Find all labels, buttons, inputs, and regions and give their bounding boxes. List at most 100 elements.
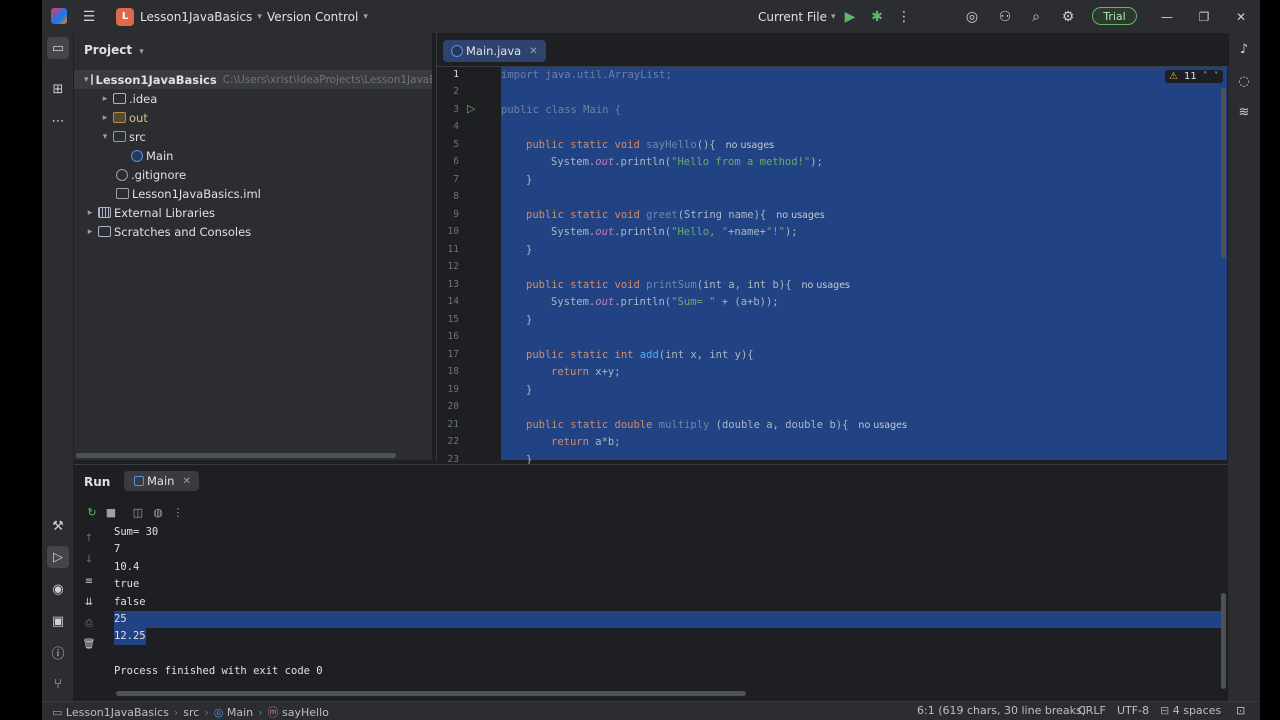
- database-icon[interactable]: ≋: [1233, 101, 1255, 123]
- module-folder-icon: [90, 74, 93, 85]
- code-line-17: public static int add(int x, int y){: [526, 349, 754, 361]
- tab-main-java[interactable]: Main.java ✕: [443, 40, 546, 62]
- tree-item-label: Scratches and Consoles: [114, 224, 252, 239]
- code-with-me-icon[interactable]: ⚇: [994, 6, 1016, 28]
- module-file-icon: [116, 188, 129, 199]
- arrow-down-icon[interactable]: ↓: [82, 552, 96, 566]
- code-token: +name+: [728, 226, 766, 238]
- close-tab-icon[interactable]: ✕: [182, 476, 190, 487]
- output-horizontal-scrollbar[interactable]: [116, 691, 746, 696]
- more-options-icon[interactable]: ⋮: [170, 504, 186, 520]
- read-only-lock-icon[interactable]: ⊡: [1236, 704, 1245, 717]
- project-panel-title[interactable]: Project ▾: [84, 43, 144, 57]
- tree-root[interactable]: ▾ Lesson1JavaBasics C:\Users\xrist\IdeaP…: [74, 70, 432, 89]
- git-icon[interactable]: ⑂: [47, 673, 69, 695]
- run-tab-main[interactable]: Main ✕: [124, 471, 199, 491]
- build-hammer-icon[interactable]: ⚒: [47, 515, 69, 537]
- tree-item-gitignore[interactable]: .gitignore: [74, 165, 432, 184]
- restore-icon[interactable]: ❐: [1186, 0, 1222, 33]
- soft-wrap-icon[interactable]: ≡: [82, 574, 96, 588]
- chevron-down-icon[interactable]: ▾: [84, 75, 89, 85]
- tree-item-main[interactable]: Main: [74, 146, 432, 165]
- no-usages-hint[interactable]: no usages: [802, 280, 850, 291]
- breadcrumb-item[interactable]: Main: [227, 706, 253, 719]
- attach-icon[interactable]: ◍: [150, 504, 166, 520]
- tree-item-idea[interactable]: ▸ .idea: [74, 89, 432, 108]
- indent-setting[interactable]: ⊟ 4 spaces: [1160, 704, 1221, 717]
- intellij-logo-icon[interactable]: [51, 8, 67, 24]
- trial-badge[interactable]: Trial: [1092, 7, 1137, 25]
- code-line-18: return x+y;: [551, 366, 621, 378]
- settings-gear-icon[interactable]: ⚙: [1057, 6, 1079, 28]
- chevron-down-icon[interactable]: ˅: [1214, 71, 1219, 82]
- terminal-icon[interactable]: ▣: [47, 610, 69, 632]
- warning-count: 11: [1183, 71, 1197, 82]
- arrow-up-icon[interactable]: ↑: [82, 531, 96, 545]
- tree-item-iml[interactable]: Lesson1JavaBasics.iml: [74, 184, 432, 203]
- no-usages-hint[interactable]: no usages: [858, 420, 906, 431]
- chevron-right-icon[interactable]: ▸: [99, 94, 111, 104]
- line-number: 10: [447, 226, 459, 237]
- tree-item-external-libraries[interactable]: ▸ External Libraries: [74, 203, 432, 222]
- structure-tool-icon[interactable]: ⊞: [47, 78, 69, 100]
- output-vertical-scrollbar[interactable]: [1221, 593, 1226, 689]
- debug-icon[interactable]: ✱: [866, 6, 888, 28]
- tree-item-src[interactable]: ▾ src: [74, 127, 432, 146]
- chevron-up-icon[interactable]: ˄: [1203, 71, 1208, 82]
- main-menu-icon[interactable]: ☰: [78, 6, 100, 28]
- line-number: 5: [453, 139, 459, 150]
- ai-assistant-icon[interactable]: ◎: [961, 6, 983, 28]
- caret-position[interactable]: 6:1 (619 chars, 30 line breaks): [917, 704, 1086, 717]
- tree-item-scratches[interactable]: ▸ Scratches and Consoles: [74, 222, 432, 241]
- no-usages-hint[interactable]: no usages: [776, 210, 824, 221]
- editor-vertical-scrollbar[interactable]: [1221, 88, 1226, 258]
- version-control-menu[interactable]: Version Control ▾: [267, 0, 368, 33]
- inspection-widget[interactable]: ⚠ 11 ˄ ˅: [1165, 70, 1223, 83]
- run-config-selector[interactable]: Current File ▾: [758, 0, 836, 33]
- chevron-down-icon: ▾: [139, 47, 144, 57]
- project-badge: L: [116, 7, 134, 26]
- code-token: System.: [551, 226, 596, 238]
- chevron-right-icon[interactable]: ▸: [84, 208, 96, 218]
- code-area-selection[interactable]: import java.util.ArrayList; public class…: [501, 67, 1227, 466]
- project-horizontal-scrollbar[interactable]: [76, 453, 396, 458]
- project-selector[interactable]: L Lesson1JavaBasics ▾: [116, 0, 262, 33]
- no-usages-hint[interactable]: no usages: [726, 140, 774, 151]
- code-line-6: System.out.println("Hello from a method!…: [551, 156, 823, 168]
- print-icon[interactable]: ⎙: [82, 616, 96, 630]
- breadcrumb-item[interactable]: sayHello: [282, 706, 329, 719]
- run-tool-icon[interactable]: ▷: [47, 546, 69, 568]
- chevron-right-icon[interactable]: ▸: [84, 227, 96, 237]
- ai-chat-icon[interactable]: ◌: [1233, 70, 1255, 92]
- trash-icon[interactable]: 🗑: [82, 637, 96, 651]
- services-icon[interactable]: ◉: [47, 578, 69, 600]
- scroll-to-end-icon[interactable]: ⇊: [82, 595, 96, 609]
- project-panel: Project ▾ ▾ Lesson1JavaBasics C:\Users\x…: [74, 33, 432, 460]
- stop-icon[interactable]: ■: [103, 504, 119, 520]
- close-tab-icon[interactable]: ✕: [529, 46, 537, 57]
- chevron-down-icon[interactable]: ▾: [99, 132, 111, 142]
- notifications-bell-icon[interactable]: ♪: [1233, 38, 1255, 60]
- run-main-gutter-icon[interactable]: ▷: [467, 102, 475, 115]
- file-encoding[interactable]: UTF-8: [1117, 704, 1149, 717]
- tree-item-out[interactable]: ▸ out: [74, 108, 432, 127]
- breadcrumb-item[interactable]: src: [183, 706, 199, 719]
- search-icon[interactable]: ⌕: [1025, 6, 1047, 28]
- minimize-icon[interactable]: —: [1149, 0, 1185, 33]
- close-icon[interactable]: ✕: [1223, 0, 1259, 33]
- more-actions-icon[interactable]: ⋮: [893, 6, 915, 28]
- indent-label: 4 spaces: [1172, 704, 1222, 717]
- breadcrumb-item[interactable]: Lesson1JavaBasics: [66, 706, 169, 719]
- more-tools-icon[interactable]: ⋯: [47, 110, 69, 132]
- problems-icon[interactable]: ⓘ: [47, 641, 69, 663]
- line-separator[interactable]: CRLF: [1078, 704, 1106, 717]
- camera-icon[interactable]: ◫: [130, 504, 146, 520]
- line-number: 1: [453, 69, 459, 80]
- editor-tabs: Main.java ✕: [437, 33, 1229, 67]
- code-line-13: public static void printSum(int a, int b…: [526, 279, 850, 291]
- rerun-icon[interactable]: ↻: [84, 504, 100, 520]
- tab-label: Main.java: [466, 44, 522, 58]
- run-icon[interactable]: ▶: [839, 6, 861, 28]
- chevron-right-icon[interactable]: ▸: [99, 113, 111, 123]
- project-tool-icon[interactable]: ▭: [47, 37, 69, 59]
